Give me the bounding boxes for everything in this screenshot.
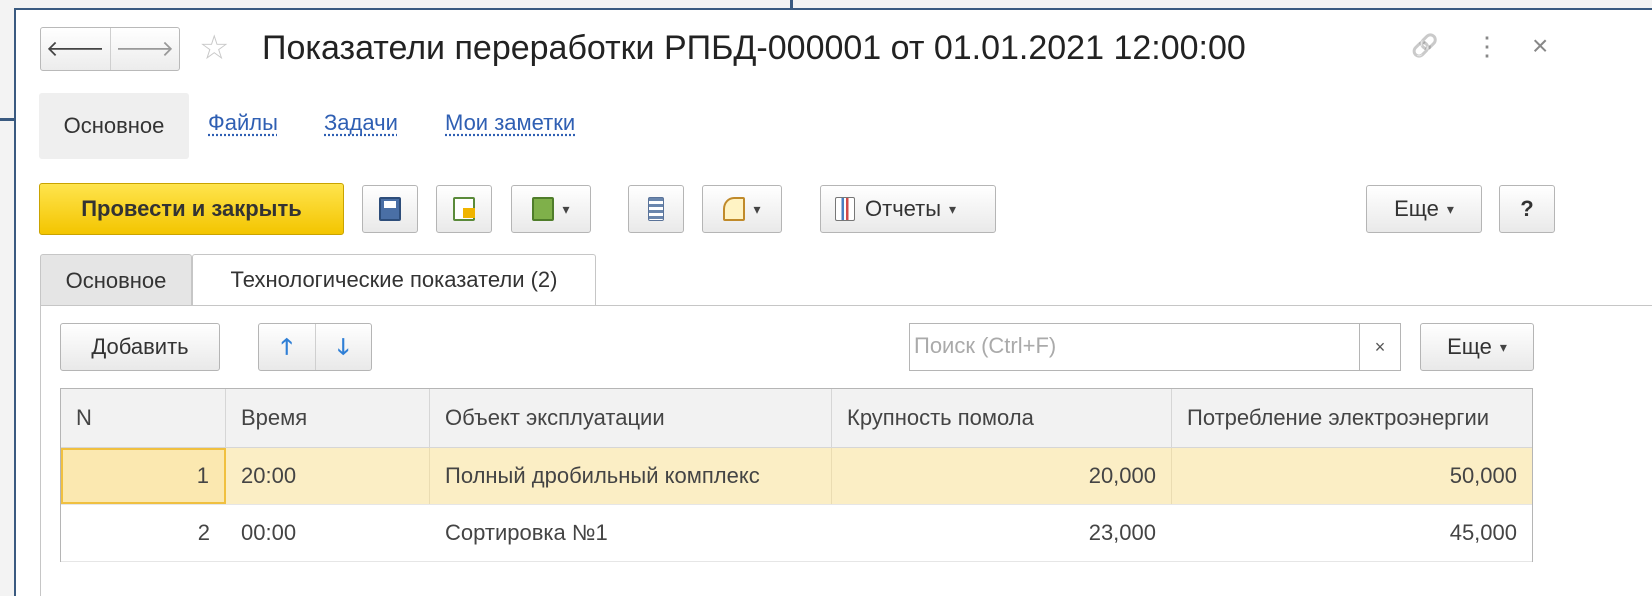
page-title: Показатели переработки РПБД-000001 от 01…: [262, 29, 1246, 67]
search-box: ×: [909, 323, 1401, 371]
more-menu-icon[interactable]: ⋮: [1474, 24, 1500, 68]
indicators-table: N Время Объект эксплуатации Крупность по…: [60, 388, 1533, 562]
post-button[interactable]: [436, 185, 492, 233]
table-more-label: Еще: [1447, 334, 1492, 359]
post-and-close-button[interactable]: Провести и закрыть: [39, 183, 344, 235]
cell-time[interactable]: 20:00: [226, 448, 430, 504]
cell-grind-size[interactable]: 20,000: [832, 448, 1172, 504]
chevron-down-icon: ▾: [1446, 200, 1454, 217]
save-icon: [379, 197, 401, 221]
print-button[interactable]: ▾: [702, 185, 782, 233]
favorite-star-icon[interactable]: ☆: [199, 24, 229, 72]
reports-icon: [835, 197, 855, 221]
chevron-down-icon: ▾: [562, 200, 570, 217]
cell-n[interactable]: 1: [61, 448, 226, 504]
close-icon[interactable]: ×: [1532, 24, 1548, 68]
chevron-down-icon: ▾: [753, 200, 761, 217]
table-more-button[interactable]: Еще ▾: [1420, 323, 1534, 371]
column-header-object[interactable]: Объект эксплуатации: [430, 389, 832, 447]
reports-label: Отчеты: [865, 196, 942, 221]
reports-button[interactable]: Отчеты ▾: [820, 185, 996, 233]
history-nav: 🡐 🡒: [40, 27, 180, 71]
help-label: ?: [1520, 196, 1534, 221]
form-nav-main[interactable]: Основное: [39, 93, 189, 159]
forward-icon[interactable]: 🡒: [109, 28, 180, 70]
table-header: N Время Объект эксплуатации Крупность по…: [61, 389, 1532, 448]
column-header-n[interactable]: N: [61, 389, 226, 447]
list-structure-icon: [648, 197, 664, 221]
tab-tech-indicators[interactable]: Технологические показатели (2): [192, 254, 596, 306]
tab-main[interactable]: Основное: [40, 254, 192, 306]
create-based-on-icon: [532, 197, 555, 221]
post-document-icon: [453, 197, 475, 221]
search-input[interactable]: [910, 324, 1358, 368]
cell-object[interactable]: Сортировка №1: [430, 505, 832, 561]
help-button[interactable]: ?: [1499, 185, 1555, 233]
column-header-grind-size[interactable]: Крупность помола: [832, 389, 1172, 447]
print-icon: [723, 197, 746, 221]
table-row[interactable]: 1 20:00 Полный дробильный комплекс 20,00…: [61, 448, 1532, 505]
add-row-button[interactable]: Добавить: [60, 323, 220, 371]
clear-search-icon[interactable]: ×: [1359, 324, 1400, 370]
more-actions-label: Еще: [1394, 196, 1439, 221]
cell-grind-size[interactable]: 23,000: [832, 505, 1172, 561]
arrow-up-icon[interactable]: 🡑: [259, 324, 316, 370]
chevron-down-icon: ▾: [1499, 338, 1507, 355]
move-buttons: 🡑 🡓: [258, 323, 372, 371]
form-nav-tasks[interactable]: Задачи: [324, 110, 398, 136]
back-icon[interactable]: 🡐: [41, 28, 110, 70]
tab-panel-border: [40, 305, 1652, 306]
cell-object[interactable]: Полный дробильный комплекс: [430, 448, 832, 504]
table-row[interactable]: 2 00:00 Сортировка №1 23,000 45,000: [61, 505, 1532, 562]
create-based-on-button[interactable]: ▾: [511, 185, 591, 233]
form-nav-files[interactable]: Файлы: [208, 110, 278, 136]
column-header-time[interactable]: Время: [226, 389, 430, 447]
cell-power-consumption[interactable]: 45,000: [1172, 505, 1532, 561]
cell-power-consumption[interactable]: 50,000: [1172, 448, 1532, 504]
column-header-power-consumption[interactable]: Потребление электроэнергии: [1172, 389, 1532, 447]
chevron-down-icon: ▾: [949, 200, 957, 217]
form-nav-notes[interactable]: Мои заметки: [445, 110, 575, 136]
cell-time[interactable]: 00:00: [226, 505, 430, 561]
post-and-close-label: Провести и закрыть: [81, 196, 302, 221]
more-actions-button[interactable]: Еще ▾: [1366, 185, 1482, 233]
cell-n[interactable]: 2: [61, 505, 226, 561]
arrow-down-icon[interactable]: 🡓: [316, 324, 372, 370]
link-icon[interactable]: 🔗: [1411, 24, 1438, 68]
tab-panel-border: [40, 305, 41, 596]
save-button[interactable]: [362, 185, 418, 233]
add-row-label: Добавить: [91, 334, 189, 359]
document-window: 🡐 🡒 ☆ Показатели переработки РПБД-000001…: [14, 8, 1652, 596]
structure-button[interactable]: [628, 185, 684, 233]
